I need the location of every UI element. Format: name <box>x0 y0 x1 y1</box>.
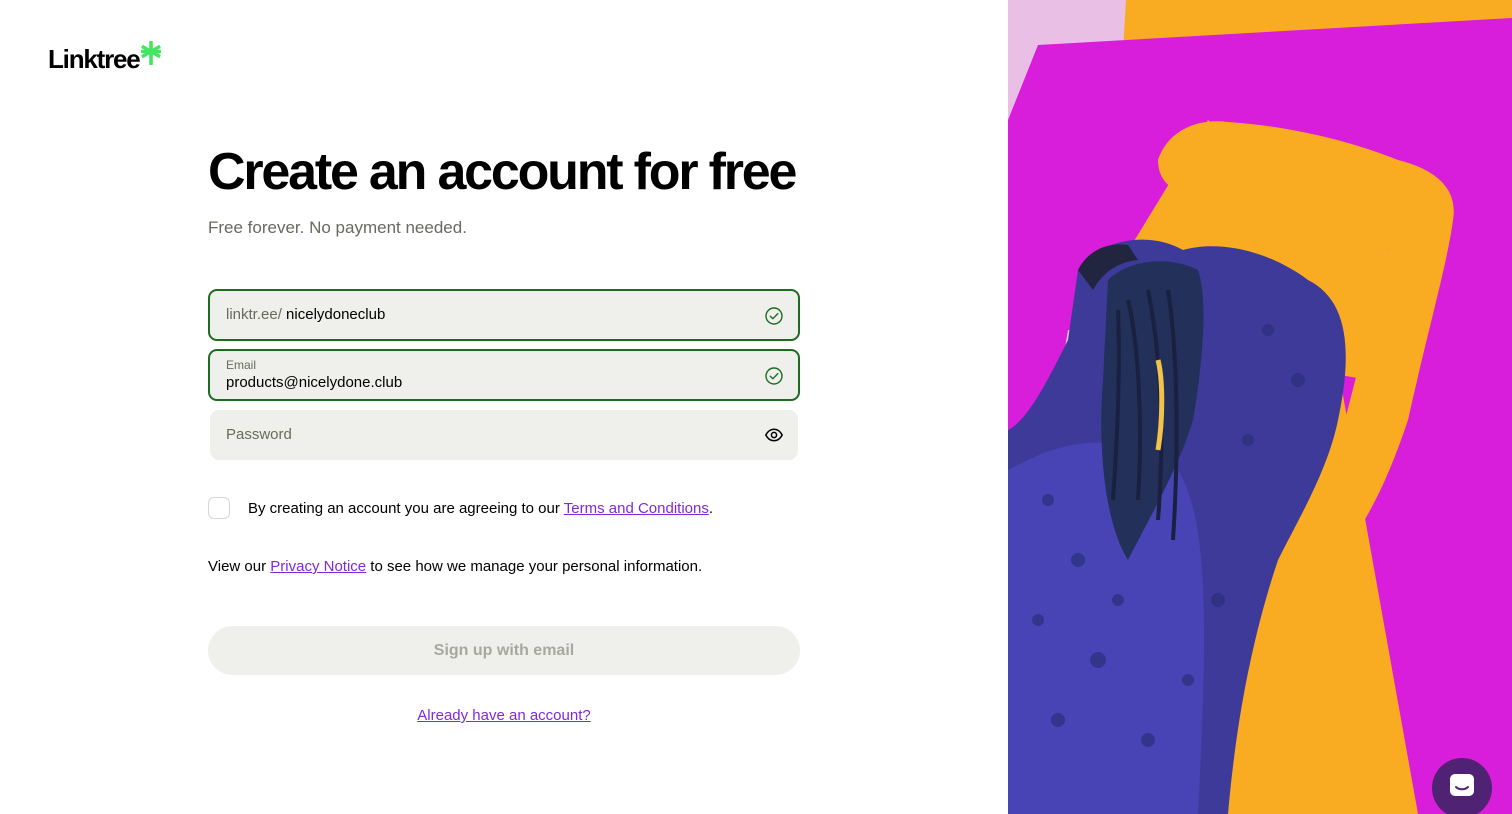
email-field[interactable]: Email products@nicelydone.club <box>208 349 800 401</box>
page-title: Create an account for free <box>208 143 797 201</box>
privacy-text: View our Privacy Notice to see how we ma… <box>208 558 702 575</box>
terms-row: By creating an account you are agreeing … <box>208 497 713 519</box>
terms-link[interactable]: Terms and Conditions <box>564 500 709 517</box>
hero-artwork <box>1008 0 1512 814</box>
username-input-row: linktr.ee/ nicelydoneclub <box>226 306 385 323</box>
check-circle-icon <box>764 306 784 326</box>
login-link[interactable]: Already have an account? <box>417 707 590 724</box>
eye-icon[interactable] <box>764 425 784 445</box>
username-field[interactable]: linktr.ee/ nicelydoneclub <box>208 289 800 341</box>
password-field[interactable]: Password <box>210 410 798 460</box>
signup-panel: Linktree Create an account for free Free… <box>0 0 1008 814</box>
privacy-suffix: to see how we manage your personal infor… <box>366 558 703 575</box>
username-input[interactable]: nicelydoneclub <box>286 306 385 323</box>
logo-wordmark: Linktree <box>48 44 141 74</box>
username-prefix: linktr.ee/ <box>226 306 282 323</box>
terms-checkbox[interactable] <box>208 497 230 519</box>
hero-illustration <box>1008 0 1512 814</box>
email-input[interactable]: products@nicelydone.club <box>226 374 402 391</box>
chat-launcher-button[interactable] <box>1432 758 1492 814</box>
linktree-asterisk-icon <box>140 41 161 70</box>
linktree-logo[interactable]: Linktree <box>48 41 161 75</box>
check-circle-icon <box>764 366 784 386</box>
privacy-prefix: View our <box>208 558 271 575</box>
terms-prefix: By creating an account you are agreeing … <box>248 499 564 517</box>
email-label: Email <box>226 358 257 372</box>
terms-text: By creating an account you are agreeing … <box>248 500 713 517</box>
signup-button[interactable]: Sign up with email <box>208 626 800 675</box>
privacy-notice-link[interactable]: Privacy Notice <box>270 558 366 575</box>
chat-icon <box>1448 772 1476 805</box>
password-input[interactable]: Password <box>226 426 292 443</box>
login-link-row: Already have an account? <box>208 707 800 724</box>
terms-suffix: . <box>708 499 714 517</box>
page-subtitle: Free forever. No payment needed. <box>208 218 467 237</box>
